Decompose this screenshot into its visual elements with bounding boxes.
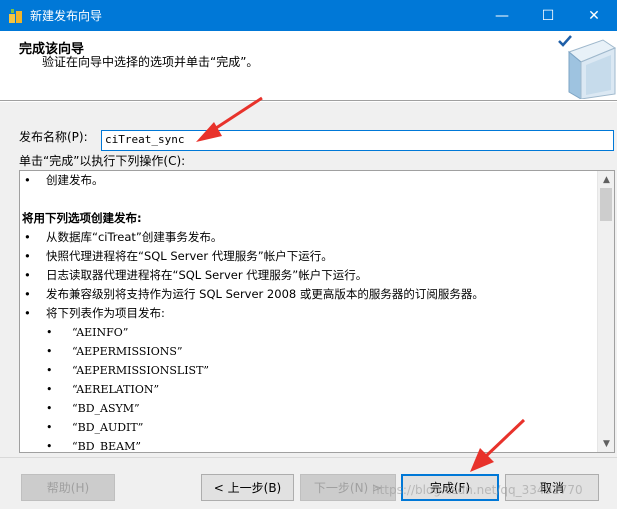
- actions-list[interactable]: • 创建发布。 将用下列选项创建发布: • 从数据库“ciTreat”创建事务发布。…: [19, 170, 615, 453]
- article-item: • “BD_BEAM”: [46, 440, 141, 453]
- article-item: • “AEPERMISSIONS”: [46, 345, 183, 358]
- publication-name-label: 发布名称(P):: [19, 130, 88, 144]
- scrollbar-thumb[interactable]: [600, 188, 612, 221]
- actions-label: 单击“完成”以执行下列操作(C):: [19, 154, 186, 168]
- title-bar: 新建发布向导 — ☐ ✕: [0, 0, 617, 31]
- list-item: • 将下列表作为项目发布:: [24, 306, 165, 320]
- maximize-button[interactable]: ☐: [525, 0, 571, 31]
- next-button[interactable]: 下一步(N) >: [300, 474, 396, 501]
- list-item: • 从数据库“ciTreat”创建事务发布。: [24, 230, 223, 244]
- close-icon: ✕: [588, 7, 600, 24]
- minimize-button[interactable]: —: [479, 0, 525, 31]
- list-item: • 日志读取器代理进程将在“SQL Server 代理服务”帐户下运行。: [24, 268, 368, 282]
- page-subtitle: 验证在向导中选择的选项并单击“完成”。: [42, 55, 259, 69]
- scroll-down-icon[interactable]: ▼: [598, 435, 614, 452]
- article-item: • “AEINFO”: [46, 326, 129, 339]
- article-item: • “AEPERMISSIONSLIST”: [46, 364, 210, 377]
- publication-name-input[interactable]: ciTreat_sync: [101, 130, 614, 151]
- wizard-header: 完成该向导 验证在向导中选择的选项并单击“完成”。: [0, 31, 617, 101]
- minimize-icon: —: [495, 7, 509, 24]
- list-item: • 发布兼容级别将支持作为运行 SQL Server 2008 或更高版本的服务器…: [24, 287, 484, 301]
- actions-content: • 创建发布。 将用下列选项创建发布: • 从数据库“ciTreat”创建事务发布。…: [20, 171, 598, 452]
- help-button[interactable]: 帮助(H): [21, 474, 115, 501]
- list-item: • 快照代理进程将在“SQL Server 代理服务”帐户下运行。: [24, 249, 333, 263]
- wizard-book-icon: [558, 35, 617, 99]
- cancel-button[interactable]: 取消: [505, 474, 599, 501]
- article-item: • “BD_AUDIT”: [46, 421, 144, 434]
- list-item: [22, 190, 596, 209]
- window-title: 新建发布向导: [30, 9, 103, 23]
- maximize-icon: ☐: [541, 7, 555, 24]
- back-button[interactable]: < 上一步(B): [201, 474, 294, 501]
- list-item: • 创建发布。: [24, 173, 104, 187]
- article-item: • “AERELATION”: [46, 383, 160, 396]
- section-heading: 将用下列选项创建发布:: [22, 211, 142, 225]
- vertical-scrollbar[interactable]: ▲ ▼: [597, 171, 614, 452]
- scroll-up-icon[interactable]: ▲: [598, 171, 614, 188]
- article-item: • “BD_ASYM”: [46, 402, 140, 415]
- wizard-footer: 帮助(H) < 上一步(B) 下一步(N) > 完成(F) 取消 https:/…: [0, 457, 617, 509]
- wizard-body: 发布名称(P): ciTreat_sync 单击“完成”以执行下列操作(C): …: [0, 102, 617, 457]
- finish-button[interactable]: 完成(F): [401, 474, 499, 501]
- app-icon: [9, 9, 22, 23]
- close-button[interactable]: ✕: [571, 0, 617, 31]
